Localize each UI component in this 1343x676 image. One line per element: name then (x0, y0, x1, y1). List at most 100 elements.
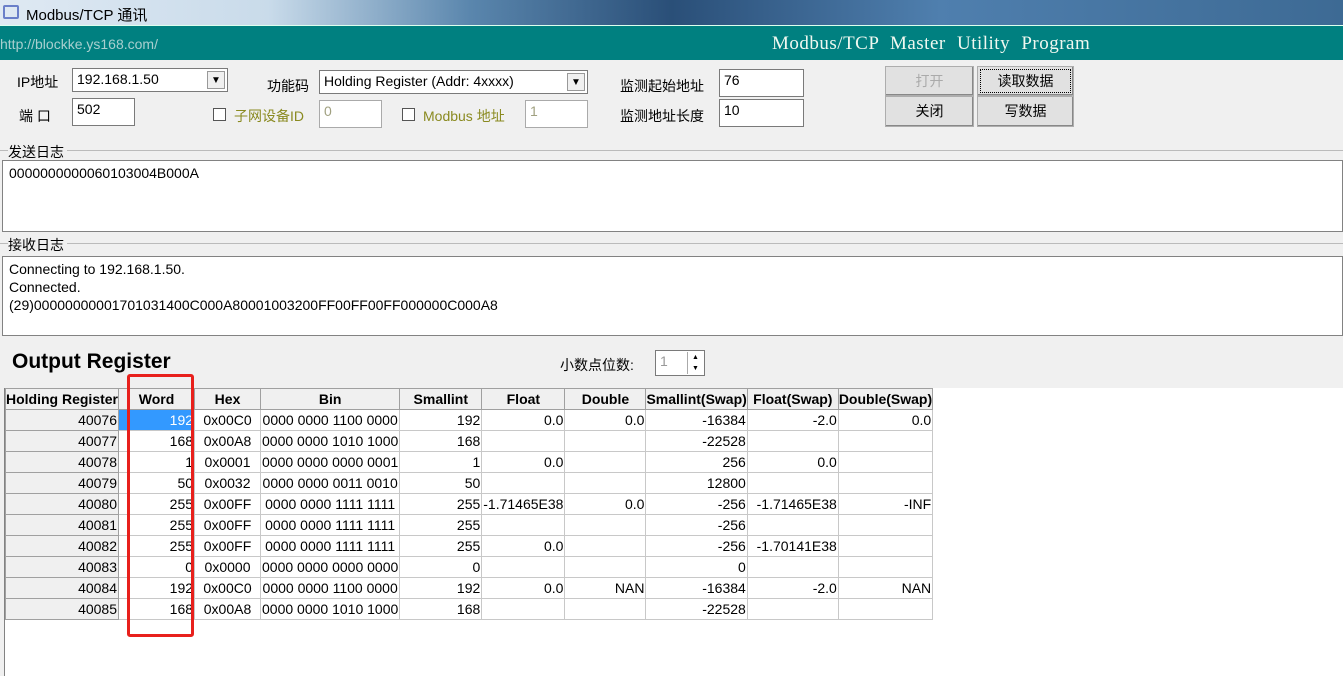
table-cell[interactable]: 0x0000 (194, 556, 262, 578)
table-cell[interactable]: 192 (399, 577, 483, 599)
table-cell[interactable]: -1.71465E38 (481, 493, 566, 515)
table-cell[interactable]: 40084 (4, 577, 120, 599)
table-cell[interactable]: -256 (645, 493, 748, 515)
table-cell[interactable]: 40083 (4, 556, 120, 578)
table-cell[interactable]: 1 (399, 451, 483, 473)
table-cell[interactable] (564, 514, 647, 536)
subnet-input[interactable]: 0 (319, 100, 382, 128)
table-cell[interactable]: 40081 (4, 514, 120, 536)
spinner-arrows-icon[interactable]: ▲ ▼ (687, 352, 703, 374)
table-cell[interactable]: 255 (118, 493, 196, 515)
table-cell[interactable]: 40085 (4, 598, 120, 620)
table-cell[interactable] (837, 598, 934, 620)
table-cell[interactable]: 0x00FF (194, 535, 262, 557)
table-cell[interactable]: 0 (645, 556, 748, 578)
table-cell[interactable] (746, 472, 839, 494)
table-cell[interactable]: -2.0 (746, 577, 839, 599)
table-cell[interactable] (564, 598, 647, 620)
table-cell[interactable]: 255 (118, 535, 196, 557)
table-cell[interactable]: NAN (564, 577, 647, 599)
function-combo[interactable]: Holding Register (Addr: 4xxxx) ▼ (319, 70, 588, 94)
table-cell[interactable]: 0000 0000 1100 0000 (260, 577, 401, 599)
start-addr-input[interactable]: 76 (719, 69, 804, 97)
table-cell[interactable]: 0000 0000 1111 1111 (260, 493, 401, 515)
open-button[interactable]: 打开 (885, 66, 974, 96)
table-cell[interactable]: 0x00C0 (194, 577, 262, 599)
column-header[interactable]: Smallint (399, 388, 483, 410)
table-cell[interactable] (837, 514, 934, 536)
table-cell[interactable]: -2.0 (746, 409, 839, 431)
table-cell[interactable] (837, 430, 934, 452)
table-cell[interactable]: 1 (118, 451, 196, 473)
table-cell[interactable] (481, 472, 566, 494)
column-header[interactable]: Float(Swap) (746, 388, 839, 410)
table-cell[interactable]: 256 (645, 451, 748, 473)
table-cell[interactable]: 0.0 (564, 409, 647, 431)
table-cell[interactable] (837, 472, 934, 494)
table-cell[interactable]: 0x00C0 (194, 409, 262, 431)
table-cell[interactable] (837, 451, 934, 473)
table-cell[interactable]: 0x00A8 (194, 598, 262, 620)
send-log[interactable]: 0000000000060103004B000A (2, 160, 1343, 232)
table-cell[interactable]: 168 (118, 430, 196, 452)
table-cell[interactable]: 0.0 (481, 535, 566, 557)
table-cell[interactable]: 0x00FF (194, 514, 262, 536)
table-cell[interactable] (837, 535, 934, 557)
table-cell[interactable]: 255 (399, 514, 483, 536)
table-cell[interactable]: 40080 (4, 493, 120, 515)
modbus-addr-input[interactable]: 1 (525, 100, 588, 128)
table-cell[interactable]: 0.0 (481, 409, 566, 431)
read-data-button[interactable]: 读取数据 (977, 66, 1074, 96)
table-cell[interactable] (564, 535, 647, 557)
table-cell[interactable]: -22528 (645, 430, 748, 452)
subnet-checkbox[interactable] (213, 108, 226, 121)
column-header[interactable]: Bin (260, 388, 401, 410)
table-cell[interactable]: 40082 (4, 535, 120, 557)
table-cell[interactable] (564, 451, 647, 473)
table-cell[interactable]: 40076 (4, 409, 120, 431)
column-header[interactable]: Float (481, 388, 566, 410)
port-input[interactable]: 502 (72, 98, 135, 126)
table-cell[interactable]: 0x00FF (194, 493, 262, 515)
decimal-spinner[interactable]: 1 ▲ ▼ (655, 350, 705, 376)
chevron-down-icon[interactable]: ▼ (207, 71, 225, 89)
table-cell[interactable]: 40077 (4, 430, 120, 452)
column-header[interactable]: Double (564, 388, 647, 410)
recv-log[interactable]: Connecting to 192.168.1.50. Connected. (… (2, 256, 1343, 336)
table-cell[interactable]: 168 (118, 598, 196, 620)
table-cell[interactable]: 0.0 (564, 493, 647, 515)
table-cell[interactable]: -256 (645, 535, 748, 557)
table-cell[interactable]: 40078 (4, 451, 120, 473)
table-cell[interactable]: 0000 0000 1111 1111 (260, 514, 401, 536)
table-cell[interactable] (481, 514, 566, 536)
chevron-down-icon[interactable]: ▼ (567, 73, 585, 91)
table-cell[interactable] (564, 556, 647, 578)
table-cell[interactable]: 40079 (4, 472, 120, 494)
table-cell[interactable]: 50 (399, 472, 483, 494)
table-cell[interactable] (564, 472, 647, 494)
table-cell[interactable]: 0000 0000 1111 1111 (260, 535, 401, 557)
table-cell[interactable] (481, 598, 566, 620)
table-cell[interactable] (746, 598, 839, 620)
column-header[interactable]: Holding Register (4, 388, 120, 410)
write-data-button[interactable]: 写数据 (977, 96, 1074, 127)
table-cell[interactable] (564, 430, 647, 452)
table-cell[interactable]: 0000 0000 1010 1000 (260, 598, 401, 620)
modbus-addr-checkbox[interactable] (402, 108, 415, 121)
table-cell[interactable]: 0 (399, 556, 483, 578)
table-cell[interactable]: 0.0 (481, 577, 566, 599)
table-cell[interactable]: -16384 (645, 577, 748, 599)
table-cell[interactable] (481, 430, 566, 452)
table-cell[interactable]: -16384 (645, 409, 748, 431)
table-cell[interactable] (746, 514, 839, 536)
table-cell[interactable] (837, 556, 934, 578)
table-cell[interactable]: 168 (399, 430, 483, 452)
table-cell[interactable]: 0000 0000 0000 0000 (260, 556, 401, 578)
table-cell[interactable] (746, 430, 839, 452)
table-cell[interactable]: 0x0032 (194, 472, 262, 494)
table-cell[interactable]: 0x0001 (194, 451, 262, 473)
column-header[interactable]: Double(Swap) (837, 388, 934, 410)
table-cell[interactable]: 0.0 (837, 409, 934, 431)
table-cell[interactable]: 0.0 (746, 451, 839, 473)
table-cell[interactable]: 12800 (645, 472, 748, 494)
